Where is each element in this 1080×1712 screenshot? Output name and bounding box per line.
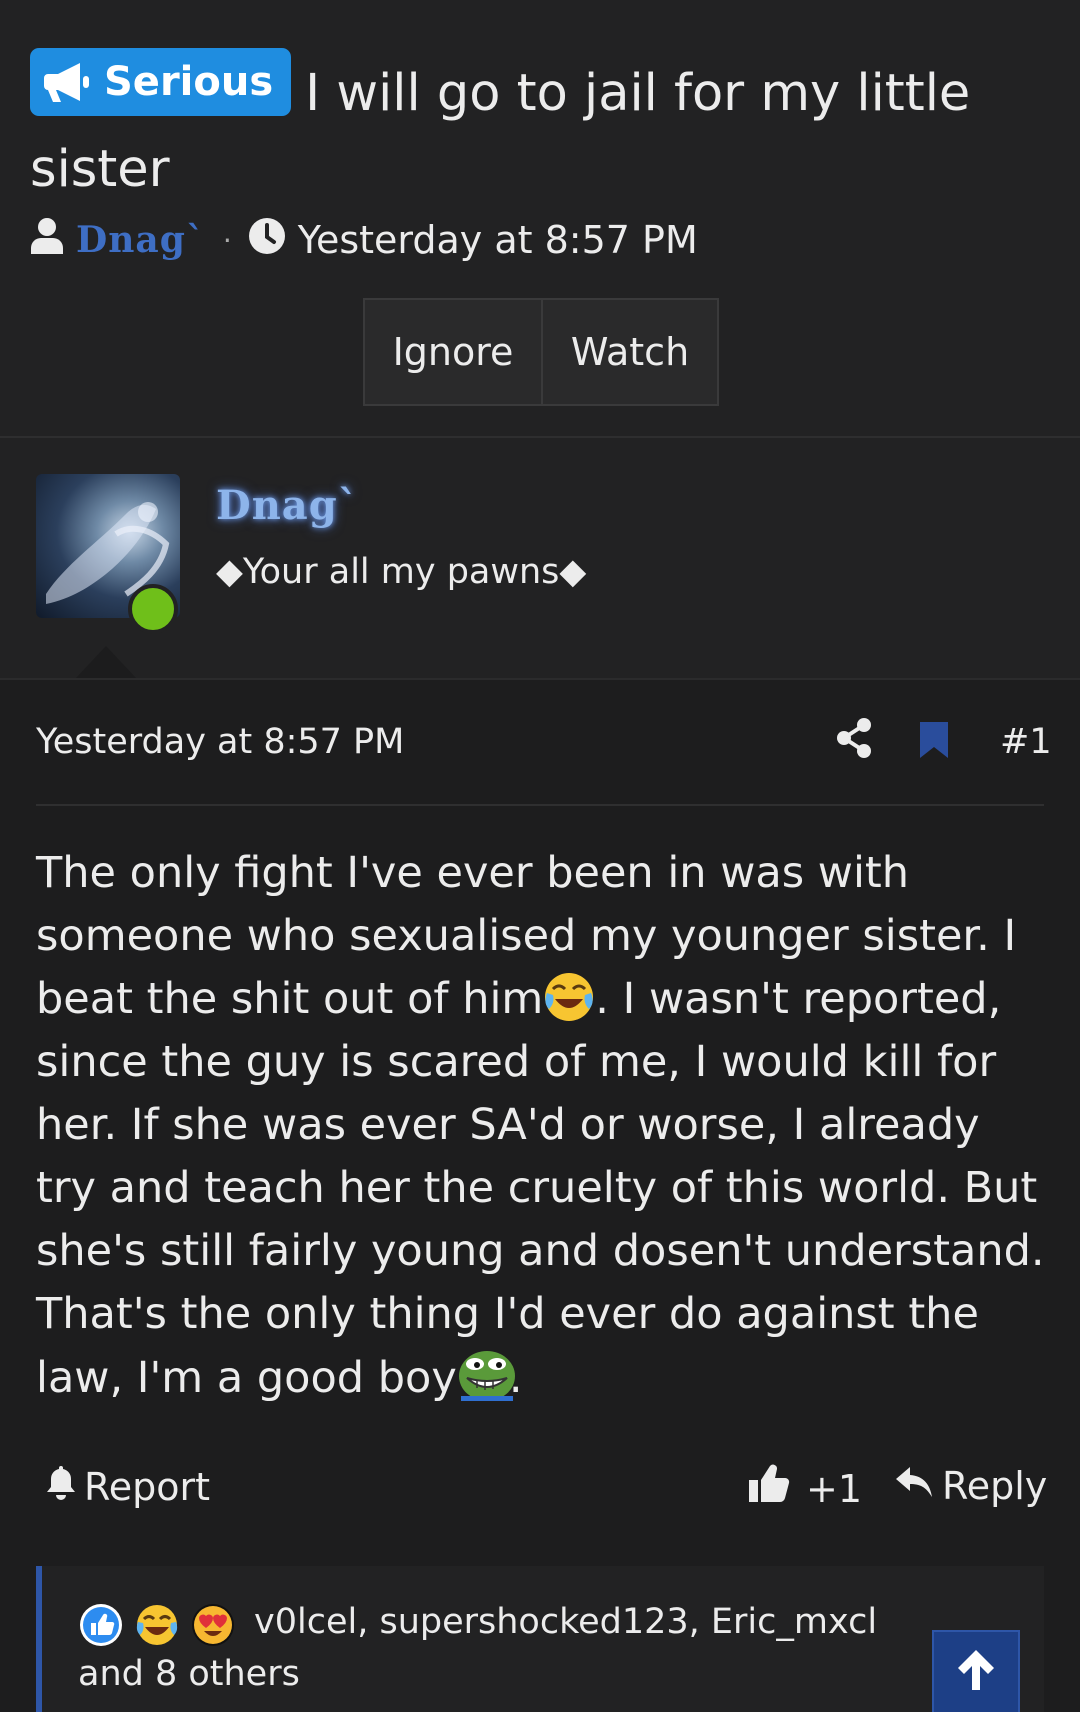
post-text-part-2: . I wasn't reported, since the guy is sc… (36, 974, 1045, 1403)
bell-icon (44, 1464, 78, 1509)
post-body: The only fight I've ever been in was wit… (36, 842, 1048, 1410)
user-icon (30, 217, 64, 264)
poster-user-title: ◆Your all my pawns◆ (216, 552, 587, 592)
like-button[interactable]: +1 (748, 1464, 862, 1513)
pepe-grin-emoji (457, 1346, 515, 1401)
bookmark-icon[interactable] (920, 722, 948, 762)
report-button[interactable]: Report (44, 1464, 210, 1509)
thread-title-line: Serious I will go to jail for my little … (30, 48, 1050, 208)
reactions-summary[interactable]: v0lcel, supershocked123, Eric_mxcl and 8… (78, 1596, 938, 1700)
ignore-button[interactable]: Ignore (363, 298, 543, 406)
post-date[interactable]: Yesterday at 8:57 PM (36, 722, 404, 762)
thread-meta: Dnag` · Yesterday at 8:57 PM (30, 215, 698, 265)
thread-header: Serious I will go to jail for my little … (30, 48, 1050, 208)
thumbs-up-icon (748, 1464, 790, 1513)
post-header-divider (36, 804, 1044, 806)
crying-laughing-emoji (543, 971, 595, 1023)
serious-prefix-badge[interactable]: Serious (30, 48, 292, 116)
header-divider (0, 436, 1080, 438)
post-number-link[interactable]: #1 (1000, 722, 1052, 762)
like-count: +1 (806, 1466, 863, 1511)
meta-separator: · (222, 223, 232, 257)
thread-timestamp[interactable]: Yesterday at 8:57 PM (298, 218, 698, 262)
reply-label: Reply (942, 1464, 1048, 1508)
thread-author-link[interactable]: Dnag` (76, 219, 205, 261)
share-icon[interactable] (836, 718, 872, 762)
watch-button[interactable]: Watch (543, 298, 719, 406)
post-pointer-arrow (76, 646, 136, 678)
reply-button[interactable]: Reply (894, 1464, 1047, 1508)
arrow-up-icon (956, 1648, 996, 1696)
poster-username[interactable]: Dnag` (216, 482, 359, 529)
thread-action-buttons: Ignore Watch (363, 298, 719, 406)
reply-arrow-icon (894, 1464, 934, 1508)
scroll-to-top-button[interactable] (932, 1630, 1020, 1712)
post-text-part-3: . (508, 1353, 523, 1403)
megaphone-icon (44, 60, 92, 104)
prefix-label: Serious (104, 59, 274, 105)
online-status-indicator (128, 584, 178, 634)
reactions-bar[interactable]: v0lcel, supershocked123, Eric_mxcl and 8… (36, 1566, 1044, 1712)
report-label: Report (84, 1464, 210, 1509)
clock-icon (248, 217, 286, 264)
